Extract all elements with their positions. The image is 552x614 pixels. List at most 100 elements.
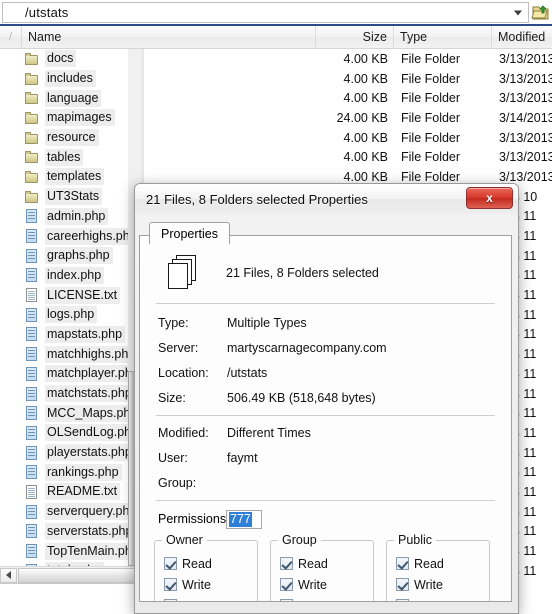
property-row-modified: Modified: Different Times (154, 420, 497, 445)
folder-icon (24, 110, 40, 126)
file-row-modified-cell: 3/13/2013 11 (499, 51, 552, 66)
value-user: faymt (227, 450, 258, 465)
file-row-name-cell[interactable]: language (22, 89, 316, 107)
column-header-name[interactable]: Name (22, 26, 316, 48)
permission-checkbox-row[interactable]: Read (164, 553, 257, 574)
label-type: Type: (158, 315, 189, 330)
text-file-icon (24, 287, 40, 303)
value-location: /utstats (227, 365, 268, 380)
file-row-size-cell: 24.00 KB (336, 110, 388, 125)
horizontal-scroll-thumb[interactable] (18, 567, 138, 583)
file-name-label: includes (45, 70, 96, 88)
permission-checkbox-row[interactable]: Execute (280, 595, 373, 601)
checkbox-group-execute[interactable] (280, 599, 293, 601)
multiple-files-icon (164, 253, 204, 293)
scroll-left-arrow-icon[interactable] (0, 567, 17, 583)
file-name-label: playerstats.php (45, 444, 135, 462)
permission-checkbox-row[interactable]: Read (280, 553, 373, 574)
label-modified: Modified: (158, 425, 209, 440)
file-name-label: LICENSE.txt (45, 286, 121, 304)
label-user: User: (158, 450, 188, 465)
file-list-horizontal-scrollbar[interactable] (0, 566, 138, 583)
properties-group-general: Type: Multiple Types Server: martyscarna… (154, 304, 497, 410)
php-file-icon (24, 248, 40, 264)
permission-group-public: Public Read Write Execute (386, 533, 490, 601)
permissions-row: Permissions: 777 (154, 501, 497, 534)
permission-checkbox-row[interactable]: Write (164, 574, 257, 595)
column-header-size[interactable]: Size (316, 26, 394, 48)
permission-checkbox-row[interactable]: Read (396, 553, 489, 574)
permissions-input[interactable]: 777 (226, 509, 262, 529)
php-file-icon (24, 504, 40, 520)
checkbox-owner-execute[interactable] (164, 599, 177, 601)
file-row[interactable]: mapimages 24.00 KB File Folder 3/14/2013 11 (0, 108, 552, 128)
php-file-icon (24, 445, 40, 461)
file-row-name-cell[interactable]: docs (22, 50, 316, 68)
file-name-label: MCC_Maps.php (45, 404, 141, 422)
php-file-icon (24, 523, 40, 539)
label-size: Size: (158, 390, 186, 405)
folder-up-icon[interactable] (531, 3, 550, 22)
file-row-name-cell[interactable]: tables (22, 148, 316, 166)
permission-checkbox-row[interactable]: Write (280, 574, 373, 595)
file-row-name-cell[interactable]: resource (22, 129, 316, 147)
file-name-label: careerhighs.php (45, 227, 140, 245)
file-name-label: serverstats.php (45, 522, 136, 540)
folder-icon (24, 90, 40, 106)
file-row[interactable]: docs 4.00 KB File Folder 3/13/2013 11 (0, 49, 552, 69)
checkbox-owner-read[interactable] (164, 557, 177, 570)
checkbox-owner-write[interactable] (164, 578, 177, 591)
chevron-down-icon[interactable] (514, 10, 522, 15)
php-file-icon (24, 346, 40, 362)
path-combobox[interactable]: /utstats (2, 2, 529, 23)
permission-label: Read (182, 556, 212, 571)
file-name-label: tables (45, 148, 84, 166)
file-row-name-cell[interactable]: mapimages (22, 109, 316, 127)
column-header-slash[interactable]: / (0, 26, 22, 48)
close-button[interactable]: x (466, 187, 513, 209)
label-group: Group: (158, 475, 197, 490)
permission-label: Write (414, 577, 443, 592)
permission-checkbox-row[interactable]: Execute (396, 595, 489, 601)
checkbox-group-write[interactable] (280, 578, 293, 591)
permission-checkbox-row[interactable]: Execute (164, 595, 257, 601)
checkbox-public-execute[interactable] (396, 599, 409, 601)
file-name-label: resource (45, 129, 99, 147)
column-header-modified[interactable]: Modified (492, 26, 552, 48)
file-row[interactable]: tables 4.00 KB File Folder 3/13/2013 11 (0, 147, 552, 167)
file-name-label: matchstats.php (45, 385, 135, 403)
file-row-size-cell: 4.00 KB (343, 169, 388, 184)
checkbox-public-read[interactable] (396, 557, 409, 570)
file-row-name-cell[interactable]: includes (22, 70, 316, 88)
php-file-icon (24, 228, 40, 244)
php-file-icon (24, 366, 40, 382)
file-row[interactable]: resource 4.00 KB File Folder 3/13/2013 11 (0, 128, 552, 148)
permission-group-title: Public (394, 533, 437, 547)
property-row-server: Server: martyscarnagecompany.com (154, 335, 497, 360)
file-list-column-header: / Name Size Type Modified (0, 26, 552, 49)
permission-group-owner: Owner Read Write Execute (154, 533, 258, 601)
file-row[interactable]: includes 4.00 KB File Folder 3/13/2013 11 (0, 69, 552, 89)
dialog-titlebar[interactable]: 21 Files, 8 Folders selected Properties … (135, 184, 518, 214)
tab-properties[interactable]: Properties (149, 222, 230, 244)
property-row-user: User: faymt (154, 445, 497, 470)
permission-label: Write (182, 577, 211, 592)
file-row[interactable]: language 4.00 KB File Folder 3/13/2013 11 (0, 88, 552, 108)
permission-groups: Owner Read Write Execute Group Read Write Execu… (154, 533, 497, 601)
file-row-size-cell: 4.00 KB (343, 130, 388, 145)
file-row-modified-cell: 3/14/2013 11 (499, 110, 552, 125)
file-row-type-cell: File Folder (401, 91, 461, 106)
file-row-modified-cell: 3/13/2013 11 (499, 130, 552, 145)
properties-dialog[interactable]: 21 Files, 8 Folders selected Properties … (134, 183, 519, 614)
permission-checkbox-row[interactable]: Write (396, 574, 489, 595)
property-row-size: Size: 506.49 KB (518,648 bytes) (154, 385, 497, 410)
folder-icon (24, 51, 40, 67)
label-permissions: Permissions: (158, 512, 230, 526)
file-name-label: UT3Stats (45, 188, 103, 206)
file-name-label: OLSendLog.php (45, 424, 142, 442)
checkbox-group-read[interactable] (280, 557, 293, 570)
checkbox-public-write[interactable] (396, 578, 409, 591)
file-name-label: rankings.php (45, 463, 122, 481)
column-header-type[interactable]: Type (394, 26, 492, 48)
file-row-type-cell: File Folder (401, 130, 461, 145)
